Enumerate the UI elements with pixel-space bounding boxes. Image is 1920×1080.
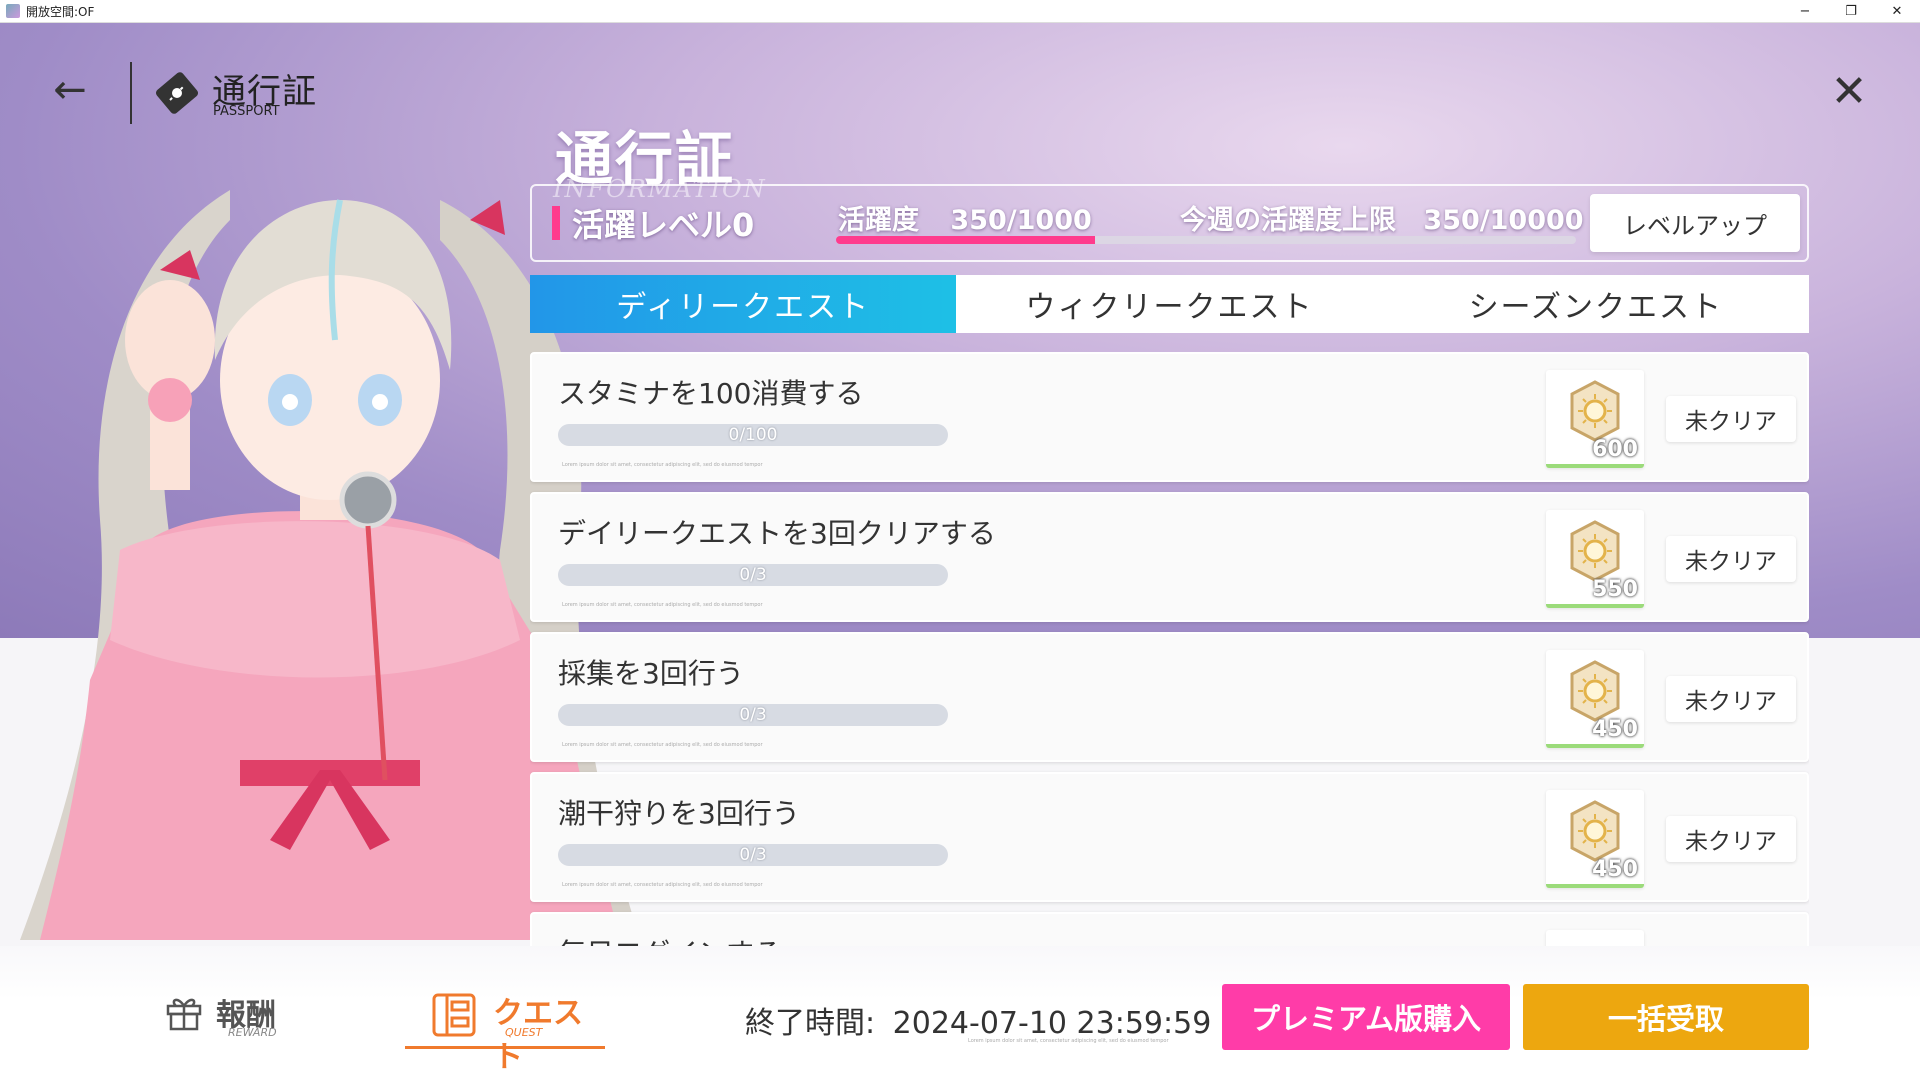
weekly-limit-label: 今週の活躍度上限: [1180, 205, 1396, 236]
quest-item: 毎日ログインする: [530, 912, 1809, 946]
nav-quest[interactable]: クエスト QUEST: [405, 988, 605, 1075]
window-controls: − ❐ ✕: [1782, 0, 1920, 23]
end-time-value: 2024-07-10 23:59:59: [892, 1006, 1212, 1041]
weekly-limit-value: 350/10000: [1423, 205, 1584, 236]
quest-status-button[interactable]: 未クリア: [1666, 676, 1796, 722]
close-button[interactable]: ✕: [1826, 66, 1872, 117]
nav-quest-sublabel: QUEST: [505, 1026, 543, 1039]
quest-reward[interactable]: 550: [1546, 510, 1644, 608]
nav-reward-sublabel: REWARD: [228, 1026, 277, 1039]
quest-fine-print: Lorem ipsum dolor sit amet, consectetur …: [562, 462, 763, 468]
window-title: 開放空間:OF: [26, 4, 95, 19]
quest-reward-amount: 450: [1592, 717, 1638, 742]
quest-reward[interactable]: 450: [1546, 650, 1644, 748]
quest-reward-amount: 600: [1592, 437, 1638, 462]
end-time: 終了時間: 2024-07-10 23:59:59: [745, 998, 1211, 1042]
quest-reward-amount: 550: [1592, 577, 1638, 602]
quest-name: 採集を3回行う: [558, 657, 744, 690]
header-subtitle: PASSPORT: [213, 104, 280, 119]
gift-icon: [166, 998, 202, 1031]
quest-fine-print: Lorem ipsum dolor sit amet, consectetur …: [562, 742, 763, 748]
quest-status-button[interactable]: 未クリア: [1666, 536, 1796, 582]
activity-value: 350/1000: [950, 205, 1092, 236]
quest-progress-text: 0/3: [739, 845, 767, 865]
quest-reward[interactable]: 600: [1546, 370, 1644, 468]
maximize-button[interactable]: ❐: [1828, 0, 1874, 23]
quest-list[interactable]: スタミナを100消費する 0/100 Lorem ipsum dolor sit…: [530, 352, 1809, 946]
back-button[interactable]: ←: [48, 67, 92, 113]
quest-item: 潮干狩りを3回行う 0/3 Lorem ipsum dolor sit amet…: [530, 772, 1809, 902]
quest-name: スタミナを100消費する: [558, 377, 864, 410]
quest-progress-text: 0/100: [728, 425, 778, 445]
level-up-button[interactable]: レベルアップ: [1590, 194, 1800, 252]
quest-list-icon: [432, 993, 476, 1037]
quest-reward[interactable]: 450: [1546, 790, 1644, 888]
window-titlebar: 開放空間:OF − ❐ ✕: [0, 0, 1920, 23]
activity-progress-fill: [836, 236, 1095, 244]
quest-fine-print: Lorem ipsum dolor sit amet, consectetur …: [562, 602, 763, 608]
quest-reward-amount: 450: [1592, 857, 1638, 882]
quest-item: スタミナを100消費する 0/100 Lorem ipsum dolor sit…: [530, 352, 1809, 482]
nav-reward[interactable]: 報酬 REWARD: [164, 990, 277, 1039]
quest-name: デイリークエストを3回クリアする: [558, 517, 996, 550]
quest-reward[interactable]: [1546, 930, 1644, 946]
activity-points: 活躍度 350/1000: [838, 198, 1092, 237]
end-time-fine-print: Lorem ipsum dolor sit amet, consectetur …: [968, 1038, 1169, 1044]
app-icon: [6, 4, 20, 18]
ticket-icon: [155, 72, 199, 114]
quest-name: 毎日ログインする: [558, 932, 782, 946]
end-time-label: 終了時間:: [745, 1006, 876, 1041]
quest-tabs: ディリークエスト ウィクリークエスト シーズンクエスト: [530, 275, 1809, 333]
nav-quest-underline: [405, 1046, 605, 1049]
tab-daily-quest[interactable]: ディリークエスト: [530, 275, 957, 333]
minimize-button[interactable]: −: [1782, 0, 1828, 23]
weekly-limit: 今週の活躍度上限 350/10000: [1180, 198, 1584, 237]
window-close-button[interactable]: ✕: [1874, 0, 1920, 23]
premium-purchase-button[interactable]: プレミアム版購入: [1222, 984, 1510, 1050]
activity-label: 活躍度: [838, 205, 919, 236]
quest-name: 潮干狩りを3回行う: [558, 797, 800, 830]
level-marker: [552, 206, 560, 240]
tab-weekly-quest[interactable]: ウィクリークエスト: [956, 275, 1382, 333]
quest-status-button[interactable]: 未クリア: [1666, 816, 1796, 862]
header-divider: [130, 62, 132, 124]
quest-fine-print: Lorem ipsum dolor sit amet, consectetur …: [562, 882, 763, 888]
quest-progress-text: 0/3: [739, 565, 767, 585]
tab-season-quest[interactable]: シーズンクエスト: [1383, 275, 1809, 333]
quest-item: 採集を3回行う 0/3 Lorem ipsum dolor sit amet, …: [530, 632, 1809, 762]
quest-item: デイリークエストを3回クリアする 0/3 Lorem ipsum dolor s…: [530, 492, 1809, 622]
collect-all-button[interactable]: 一括受取: [1523, 984, 1809, 1050]
activity-progress-bar: [836, 236, 1576, 244]
quest-status-button[interactable]: 未クリア: [1666, 396, 1796, 442]
info-watermark: INFORMATION: [553, 175, 767, 203]
quest-progress-text: 0/3: [739, 705, 767, 725]
activity-level: 活躍レベル0: [572, 206, 755, 244]
